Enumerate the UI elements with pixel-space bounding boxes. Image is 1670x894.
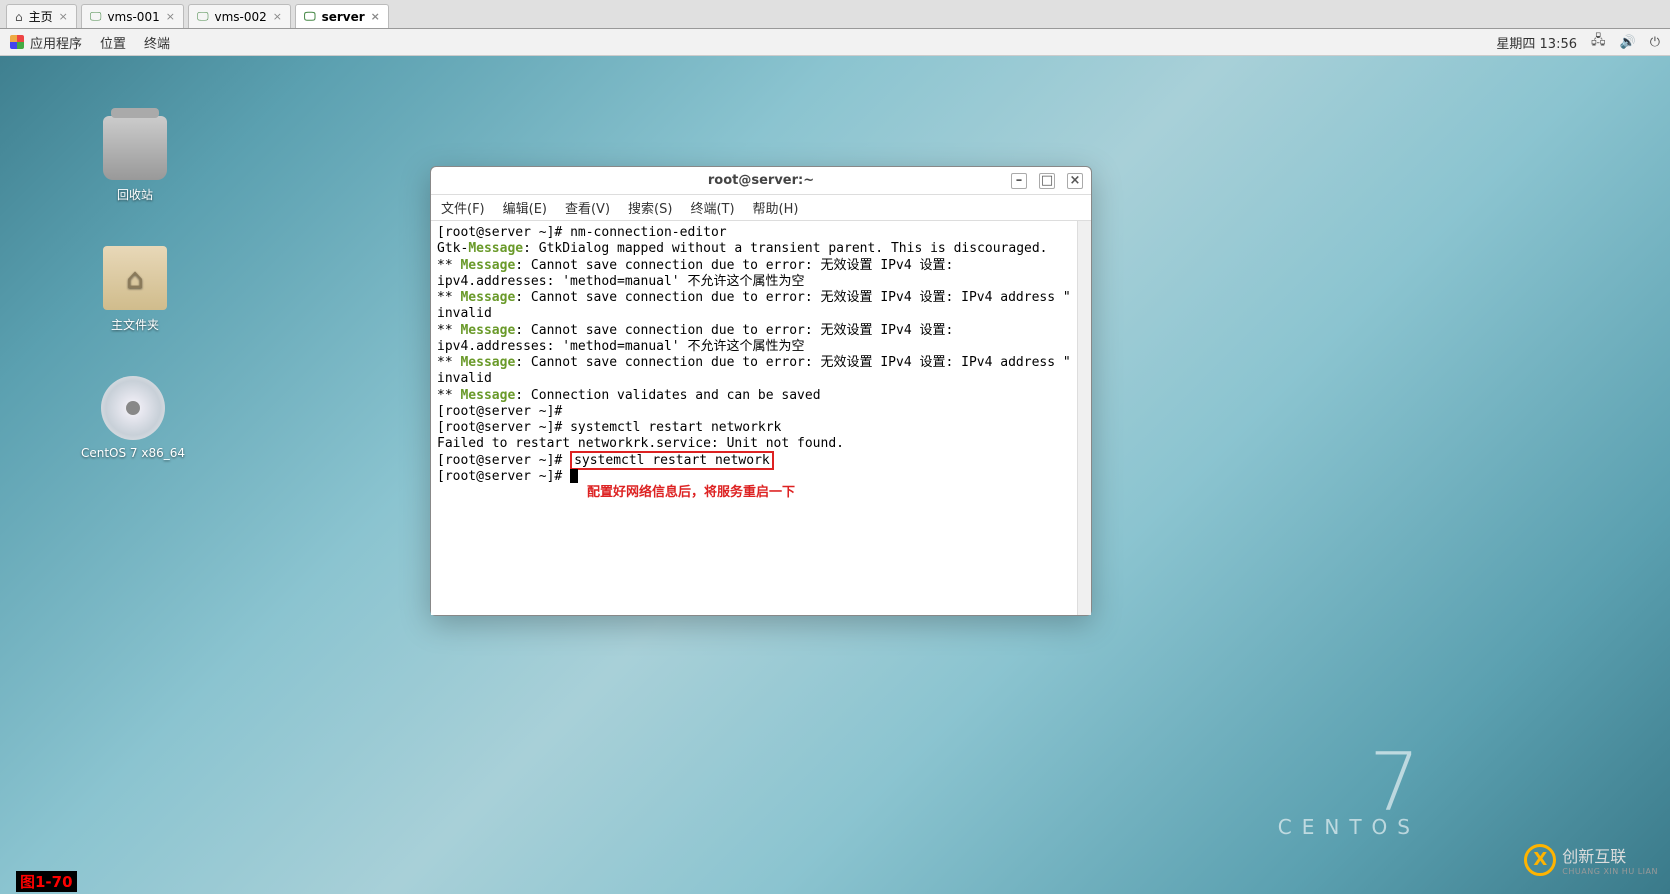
applications-menu[interactable]: 应用程序: [10, 33, 82, 52]
desktop[interactable]: 回收站 主文件夹 CentOS 7 x86_64 root@server:~ –…: [0, 56, 1670, 894]
terminal-line: Gtk-Message: GtkDialog mapped without a …: [437, 241, 1071, 257]
close-icon[interactable]: ×: [273, 10, 282, 23]
vm-tab-label: vms-001: [107, 10, 159, 24]
menu-file[interactable]: 文件(F): [441, 198, 485, 217]
menu-view[interactable]: 查看(V): [565, 198, 610, 217]
vm-tab-label: 主页: [29, 8, 53, 25]
terminal-line: ** Message: Connection validates and can…: [437, 388, 1071, 404]
vm-tab-icon: ⌂: [15, 10, 23, 24]
maximize-button[interactable]: □: [1039, 173, 1055, 189]
figure-caption: 图1-70: [16, 871, 77, 892]
watermark-logo: X 创新互联 CHUANG XIN HU LIAN: [1524, 843, 1658, 876]
terminal-line: ** Message: Cannot save connection due t…: [437, 323, 1071, 356]
terminal-launcher[interactable]: 终端: [144, 33, 170, 52]
apps-icon: [10, 35, 24, 49]
disc-icon: [101, 376, 165, 440]
close-icon[interactable]: ×: [166, 10, 175, 23]
menu-terminal[interactable]: 终端(T): [690, 198, 734, 217]
vm-tab-icon: 🖵: [304, 9, 316, 24]
applications-label: 应用程序: [30, 33, 82, 52]
vm-tab-label: vms-002: [215, 10, 267, 24]
minimize-button[interactable]: –: [1011, 173, 1027, 189]
home-label: 主文件夹: [80, 316, 190, 333]
datetime[interactable]: 星期四 13:56: [1496, 33, 1577, 52]
power-icon[interactable]: ⏻: [1650, 35, 1660, 50]
vm-tab[interactable]: ⌂ 主页 ×: [6, 4, 77, 28]
terminal-line: [root@server ~]#: [437, 469, 1071, 485]
terminal-line: ** Message: Cannot save connection due t…: [437, 258, 1071, 291]
gnome-top-panel: 应用程序 位置 终端 星期四 13:56 🖧 🔊 ⏻: [0, 29, 1670, 56]
vm-tab[interactable]: 🖵 vms-001 ×: [81, 4, 184, 28]
terminal-window[interactable]: root@server:~ – □ × 文件(F) 编辑(E) 查看(V) 搜索…: [430, 166, 1092, 616]
scrollbar[interactable]: [1077, 221, 1091, 615]
close-icon[interactable]: ×: [59, 10, 68, 23]
centos-name: CENTOS: [1278, 815, 1420, 839]
terminal-line: [root@server ~]# systemctl restart netwo…: [437, 420, 1071, 436]
annotation-text: 配置好网络信息后，将服务重启一下: [587, 485, 1071, 501]
cursor: [570, 469, 578, 483]
watermark-cn: 创新互联: [1562, 843, 1658, 867]
trash-bin-icon: [103, 116, 167, 180]
network-icon[interactable]: 🖧: [1591, 31, 1606, 53]
vm-tab-icon: 🖵: [197, 9, 209, 24]
vm-tab[interactable]: 🖵 server ×: [295, 4, 389, 28]
window-title: root@server:~: [708, 173, 814, 188]
highlighted-command: systemctl restart network: [570, 451, 774, 470]
menu-help[interactable]: 帮助(H): [753, 198, 799, 217]
places-menu[interactable]: 位置: [100, 33, 126, 52]
menu-search[interactable]: 搜索(S): [628, 198, 672, 217]
terminal-menubar: 文件(F) 编辑(E) 查看(V) 搜索(S) 终端(T) 帮助(H): [431, 195, 1091, 221]
window-titlebar[interactable]: root@server:~ – □ ×: [431, 167, 1091, 195]
watermark-badge-icon: X: [1524, 844, 1556, 876]
trash-label: 回收站: [80, 186, 190, 203]
centos-version: 7: [1278, 751, 1420, 815]
vm-console-tabs: ⌂ 主页 × 🖵 vms-001 × 🖵 vms-002 × 🖵 server ×: [0, 0, 1670, 29]
terminal-line: ** Message: Cannot save connection due t…: [437, 355, 1071, 388]
terminal-output[interactable]: [root@server ~]# nm-connection-editorGtk…: [431, 221, 1077, 615]
terminal-line: [root@server ~]#: [437, 404, 1071, 420]
watermark-en: CHUANG XIN HU LIAN: [1562, 867, 1658, 876]
vm-tab-label: server: [322, 10, 365, 24]
home-folder-icon[interactable]: 主文件夹: [80, 246, 190, 333]
disc-label: CentOS 7 x86_64: [78, 446, 188, 460]
terminal-line: ** Message: Cannot save connection due t…: [437, 290, 1071, 323]
vm-tab[interactable]: 🖵 vms-002 ×: [188, 4, 291, 28]
folder-icon: [103, 246, 167, 310]
terminal-line: [root@server ~]# systemctl restart netwo…: [437, 453, 1071, 469]
volume-icon[interactable]: 🔊: [1620, 35, 1636, 50]
menu-edit[interactable]: 编辑(E): [503, 198, 547, 217]
vm-tab-icon: 🖵: [90, 9, 102, 24]
close-icon[interactable]: ×: [371, 10, 380, 23]
trash-icon[interactable]: 回收站: [80, 116, 190, 203]
close-button[interactable]: ×: [1067, 173, 1083, 189]
install-disc-icon[interactable]: CentOS 7 x86_64: [78, 376, 188, 460]
terminal-line: [root@server ~]# nm-connection-editor: [437, 225, 1071, 241]
centos-wallpaper-logo: 7 CENTOS: [1278, 751, 1420, 839]
